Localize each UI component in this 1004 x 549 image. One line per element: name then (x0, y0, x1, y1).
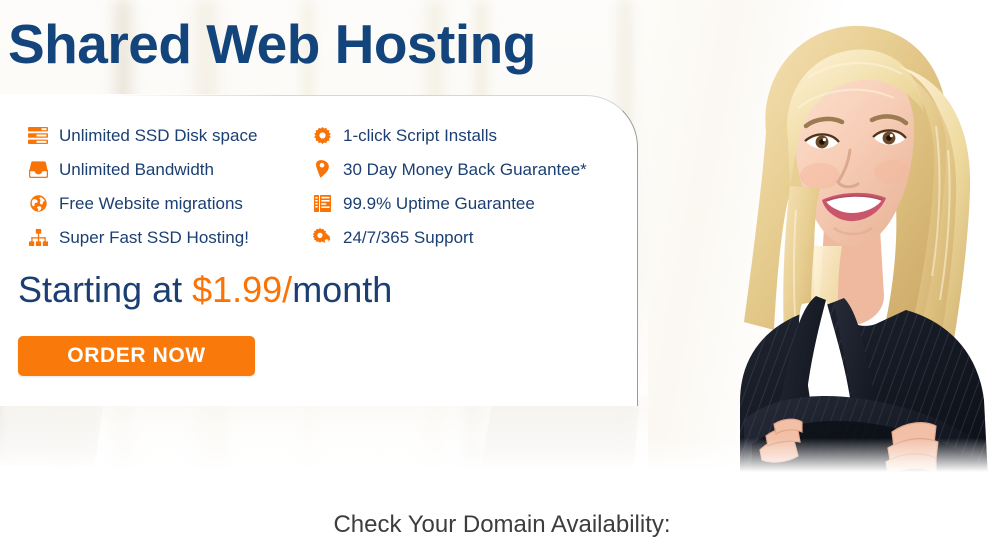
feature-item-support: 24/7/365 Support (310, 220, 605, 254)
photo-bottom-fade (648, 438, 1004, 478)
feature-item-unlimited-bandwidth: Unlimited Bandwidth (26, 152, 305, 186)
feature-item-free-website-migrations: Free Website migrations (26, 186, 305, 220)
gear-icon (310, 125, 334, 145)
order-now-button[interactable]: ORDER NOW (18, 336, 255, 376)
report-icon (310, 193, 334, 213)
feature-label: 24/7/365 Support (343, 227, 474, 247)
feature-list: Unlimited SSD Disk space Unlimited Bandw… (0, 118, 620, 254)
page-title: Shared Web Hosting (8, 13, 536, 75)
price-suffix: month (292, 269, 393, 310)
tag-icon (310, 159, 334, 179)
server-icon (26, 125, 50, 145)
feature-item-one-click-script-installs: 1-click Script Installs (310, 118, 605, 152)
cheek-left (800, 163, 840, 189)
shared-web-hosting-hero: Shared Web Hosting Unlimited SSD Disk sp… (0, 0, 1004, 549)
feature-label: 30 Day Money Back Guarantee* (343, 159, 587, 179)
price-prefix: Starting at (18, 269, 193, 310)
feature-label: 1-click Script Installs (343, 125, 497, 145)
feature-label: Free Website migrations (59, 193, 243, 213)
feature-column-right: 1-click Script Installs 30 Day Money Bac… (305, 118, 605, 254)
feature-label: Unlimited SSD Disk space (59, 125, 258, 145)
feature-item-super-fast-ssd-hosting: Super Fast SSD Hosting! (26, 220, 305, 254)
feature-item-money-back-guarantee: 30 Day Money Back Guarantee* (310, 152, 605, 186)
hero-photo-businesswoman (648, 0, 1004, 478)
feature-label: 99.9% Uptime Guarantee (343, 193, 535, 213)
feature-label: Super Fast SSD Hosting! (59, 227, 249, 247)
globe-icon (26, 193, 50, 213)
feature-column-left: Unlimited SSD Disk space Unlimited Bandw… (0, 118, 305, 254)
businesswoman-illustration (740, 25, 988, 478)
cheek-right (874, 160, 910, 184)
price-line: Starting at $1.99/month (18, 272, 392, 308)
feature-label: Unlimited Bandwidth (59, 159, 214, 179)
sitemap-icon (26, 227, 50, 247)
price-amount: $1.99/ (192, 269, 293, 310)
feature-item-unlimited-ssd-disk-space: Unlimited SSD Disk space (26, 118, 305, 152)
inbox-icon (26, 159, 50, 179)
cogs-icon (310, 227, 334, 247)
domain-availability-caption: Check Your Domain Availability: (333, 511, 671, 538)
feature-item-uptime-guarantee: 99.9% Uptime Guarantee (310, 186, 605, 220)
